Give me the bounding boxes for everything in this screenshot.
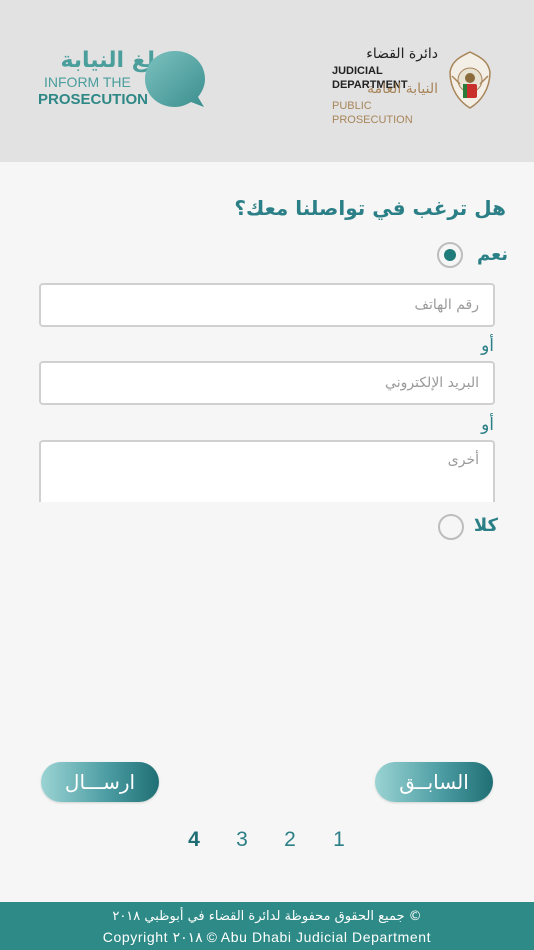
phone-field <box>39 283 495 327</box>
email-field <box>39 361 495 405</box>
page-3[interactable]: 3 <box>227 828 257 852</box>
no-radio[interactable] <box>438 514 464 540</box>
footer: © جميع الحقوق محفوظة لدائرة القضاء في أب… <box>0 902 534 950</box>
no-label: كلا <box>473 515 498 536</box>
app-header: بلغ النيابة INFORM THE PROSECUTION دائرة… <box>0 0 534 162</box>
yes-radio[interactable] <box>437 242 463 268</box>
yes-radio-selected-dot <box>444 249 456 261</box>
page-1[interactable]: 1 <box>324 828 354 852</box>
inform-logo-english-line2: PROSECUTION <box>38 91 149 108</box>
pagination: 4 3 2 1 <box>0 828 534 858</box>
other-textarea[interactable] <box>41 442 493 502</box>
judicial-department-logo: دائرة القضاء JUDICIAL DEPARTMENT النيابة… <box>332 46 492 126</box>
contact-question: هل ترغب في تواصلنا معك؟ <box>234 196 506 220</box>
jd-logo-arabic-line2: النيابة العامة <box>367 81 438 97</box>
falcon-emblem-icon <box>449 51 491 109</box>
inform-the-prosecution-logo: بلغ النيابة INFORM THE PROSECUTION <box>36 48 212 118</box>
or-label-1: أو <box>481 336 494 356</box>
speech-bubble-icon <box>145 51 205 107</box>
yes-label: نعم <box>476 244 508 265</box>
jd-logo-arabic-line1: دائرة القضاء <box>366 46 438 62</box>
email-input[interactable] <box>41 363 493 403</box>
send-button[interactable]: ارســـال <box>41 762 159 802</box>
previous-button[interactable]: السابــق <box>375 762 493 802</box>
footer-english-copyright: Copyright ٢٠١٨ © Abu Dhabi Judicial Depa… <box>102 929 432 945</box>
inform-logo-english-line1: INFORM THE <box>44 74 131 90</box>
other-field <box>39 440 495 502</box>
page-4[interactable]: 4 <box>179 828 209 852</box>
page-2[interactable]: 2 <box>275 828 305 852</box>
or-label-2: أو <box>481 415 494 435</box>
phone-input[interactable] <box>41 285 493 325</box>
footer-arabic-copyright: © جميع الحقوق محفوظة لدائرة القضاء في أب… <box>112 909 422 924</box>
jd-logo-english-line2: PUBLIC PROSECUTION <box>332 100 413 126</box>
